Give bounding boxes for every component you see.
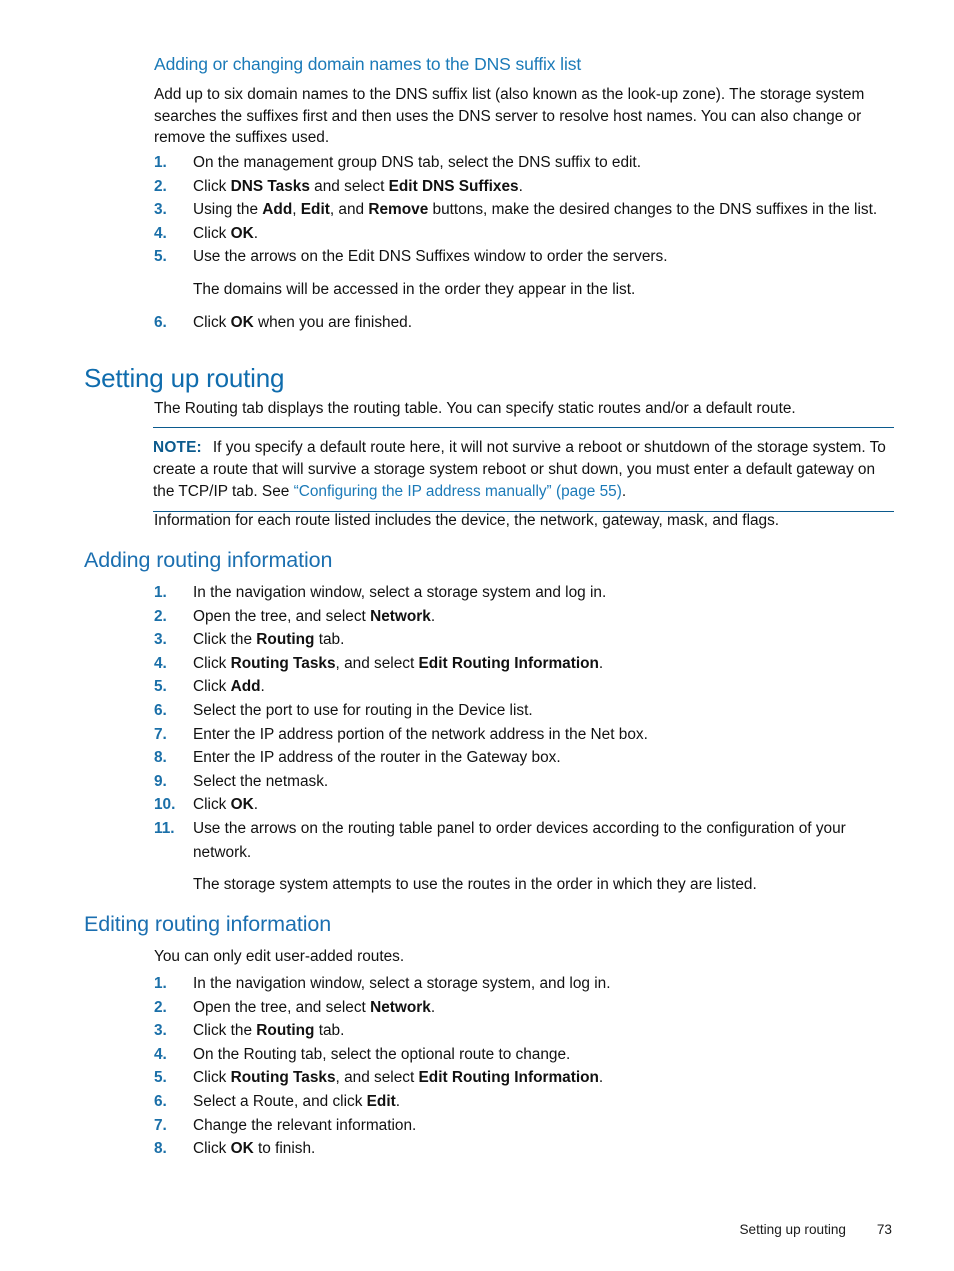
- list-item: 1. In the navigation window, select a st…: [154, 972, 894, 996]
- list-item-text: Using the Add, Edit, and Remove buttons,…: [193, 201, 878, 219]
- list-item-text: Select the port to use for routing in th…: [193, 701, 533, 719]
- list-item: 11. Use the arrows on the routing table …: [154, 817, 894, 864]
- list-item: 2. Open the tree, and select Network.: [154, 605, 894, 629]
- list-item-text: Click OK.: [193, 796, 258, 814]
- list-item-text: Click the Routing tab.: [193, 1022, 345, 1040]
- list-item-text: Enter the IP address portion of the netw…: [193, 725, 648, 743]
- list-item-number: 2.: [154, 177, 167, 195]
- list-item-text: Use the arrows on the Edit DNS Suffixes …: [193, 248, 668, 266]
- heading-setting-up-routing: Setting up routing: [84, 363, 285, 393]
- list-item-text: Select the netmask.: [193, 772, 329, 790]
- list-item-number: 3.: [154, 201, 167, 219]
- list-item-number: 3.: [154, 1022, 167, 1040]
- list-followup-text: The storage system attempts to use the r…: [193, 876, 757, 894]
- list-item-text: Open the tree, and select Network.: [193, 998, 436, 1016]
- list-item-text: Change the relevant information.: [193, 1116, 417, 1134]
- list-item-number: 5.: [154, 1069, 167, 1087]
- list-item-text: Click Add.: [193, 678, 265, 696]
- list-item-number: 4.: [154, 224, 167, 242]
- note-body: NOTE: If you specify a default route here…: [153, 437, 894, 502]
- list-item-number: 11.: [154, 819, 175, 837]
- footer-page-number: 73: [876, 1222, 892, 1237]
- list-item-text: Click the Routing tab.: [193, 631, 345, 649]
- list-item: 6. Select a Route, and click Edit.: [154, 1090, 894, 1114]
- list-item: 4. On the Routing tab, select the option…: [154, 1043, 894, 1067]
- heading-adding-changing-domain-names: Adding or changing domain names to the D…: [154, 54, 582, 74]
- heading-editing-routing-information: Editing routing information: [84, 912, 332, 936]
- list-item-number: 4.: [154, 654, 167, 672]
- list-item-text: Click Routing Tasks, and select Edit Rou…: [193, 654, 604, 672]
- list-item-number: 4.: [154, 1045, 167, 1063]
- list-item-number: 8.: [154, 749, 167, 767]
- list-adding-routing-steps: 1. In the navigation window, select a st…: [154, 581, 894, 897]
- list-item: 7. Change the relevant information.: [154, 1114, 894, 1138]
- list-item: 2. Open the tree, and select Network.: [154, 996, 894, 1020]
- list-item-text: Click DNS Tasks and select Edit DNS Suff…: [193, 177, 523, 195]
- list-item-number: 8.: [154, 1140, 167, 1158]
- list-item-text: Open the tree, and select Network.: [193, 607, 436, 625]
- list-item-number: 1.: [154, 154, 167, 171]
- list-item-text: Enter the IP address of the router in th…: [193, 749, 561, 767]
- list-item-number: 6.: [154, 701, 167, 719]
- list-item-text: On the management group DNS tab, select …: [193, 154, 641, 171]
- list-item-number: 6.: [154, 313, 167, 331]
- list-item-number: 1.: [154, 975, 167, 992]
- page-footer: Setting up routing 73: [0, 1222, 954, 1244]
- list-item: 8. Enter the IP address of the router in…: [154, 746, 894, 770]
- list-item: 1. In the navigation window, select a st…: [154, 581, 894, 605]
- list-editing-routing-steps: 1. In the navigation window, select a st…: [154, 972, 894, 1161]
- list-item: 8. Click OK to finish.: [154, 1137, 894, 1161]
- list-item-number: 10.: [154, 796, 176, 814]
- list-item: 10. Click OK.: [154, 793, 894, 817]
- list-item-number: 6.: [154, 1092, 167, 1110]
- paragraph-editing-intro: You can only edit user-added routes.: [154, 948, 405, 965]
- list-item-text: Click OK to finish.: [193, 1140, 316, 1158]
- list-item-text: Click OK.: [193, 224, 258, 242]
- list-item: 7. Enter the IP address portion of the n…: [154, 723, 894, 747]
- list-item-number: 5.: [154, 678, 167, 696]
- list-item-followup-text: The domains will be accessed in the orde…: [193, 280, 636, 298]
- list-item-number: 3.: [154, 631, 167, 649]
- list-item: 4. Click Routing Tasks, and select Edit …: [154, 652, 894, 676]
- list-item: 6. Select the port to use for routing in…: [154, 699, 894, 723]
- list-item: 5. Use the arrows on the Edit DNS Suffix…: [154, 245, 894, 269]
- list-item-number: 1.: [154, 584, 167, 601]
- list-item: 5. Click Routing Tasks, and select Edit …: [154, 1066, 894, 1090]
- footer-section-title: Setting up routing: [739, 1222, 846, 1237]
- list-item: 6. Click OK when you are finished.: [154, 311, 894, 335]
- list-dns-steps: 1. On the management group DNS tab, sele…: [154, 151, 894, 334]
- list-item: 3. Click the Routing tab.: [154, 1019, 894, 1043]
- list-item-number: 7.: [154, 1116, 167, 1134]
- list-item-number: 9.: [154, 772, 167, 790]
- list-item-text: Select a Route, and click Edit.: [193, 1092, 401, 1110]
- list-item: 2. Click DNS Tasks and select Edit DNS S…: [154, 175, 894, 199]
- note-text: If you specify a default route here, it …: [153, 439, 886, 500]
- list-item-number: 5.: [154, 248, 167, 266]
- list-item: 1. On the management group DNS tab, sele…: [154, 151, 894, 175]
- list-item-text: In the navigation window, select a stora…: [193, 975, 611, 992]
- heading-adding-routing-information: Adding routing information: [84, 548, 333, 572]
- list-item-text: Click OK when you are finished.: [193, 313, 412, 331]
- note-callout: NOTE: If you specify a default route here…: [153, 427, 894, 513]
- list-item: 3. Click the Routing tab.: [154, 628, 894, 652]
- list-item-number: 2.: [154, 607, 167, 625]
- paragraph-routing-intro: The Routing tab displays the routing tab…: [154, 400, 796, 417]
- document-page: Adding or changing domain names to the D…: [0, 0, 954, 1271]
- list-item: 4. Click OK.: [154, 222, 894, 246]
- list-item-number: 2.: [154, 998, 167, 1016]
- list-item-text: Click Routing Tasks, and select Edit Rou…: [193, 1069, 604, 1087]
- list-item: 5. Click Add.: [154, 675, 894, 699]
- list-item-text: Use the arrows on the routing table pane…: [193, 819, 846, 861]
- paragraph-dns-intro: Add up to six domain names to the DNS su…: [154, 86, 865, 146]
- list-item-text: In the navigation window, select a stora…: [193, 584, 607, 601]
- list-item-text: On the Routing tab, select the optional …: [193, 1045, 571, 1063]
- list-item: 9. Select the netmask.: [154, 770, 894, 794]
- paragraph-route-information: Information for each route listed includ…: [154, 512, 780, 529]
- list-item: 3. Using the Add, Edit, and Remove butto…: [154, 198, 894, 222]
- list-item-number: 7.: [154, 725, 167, 743]
- note-label: NOTE:: [153, 439, 202, 456]
